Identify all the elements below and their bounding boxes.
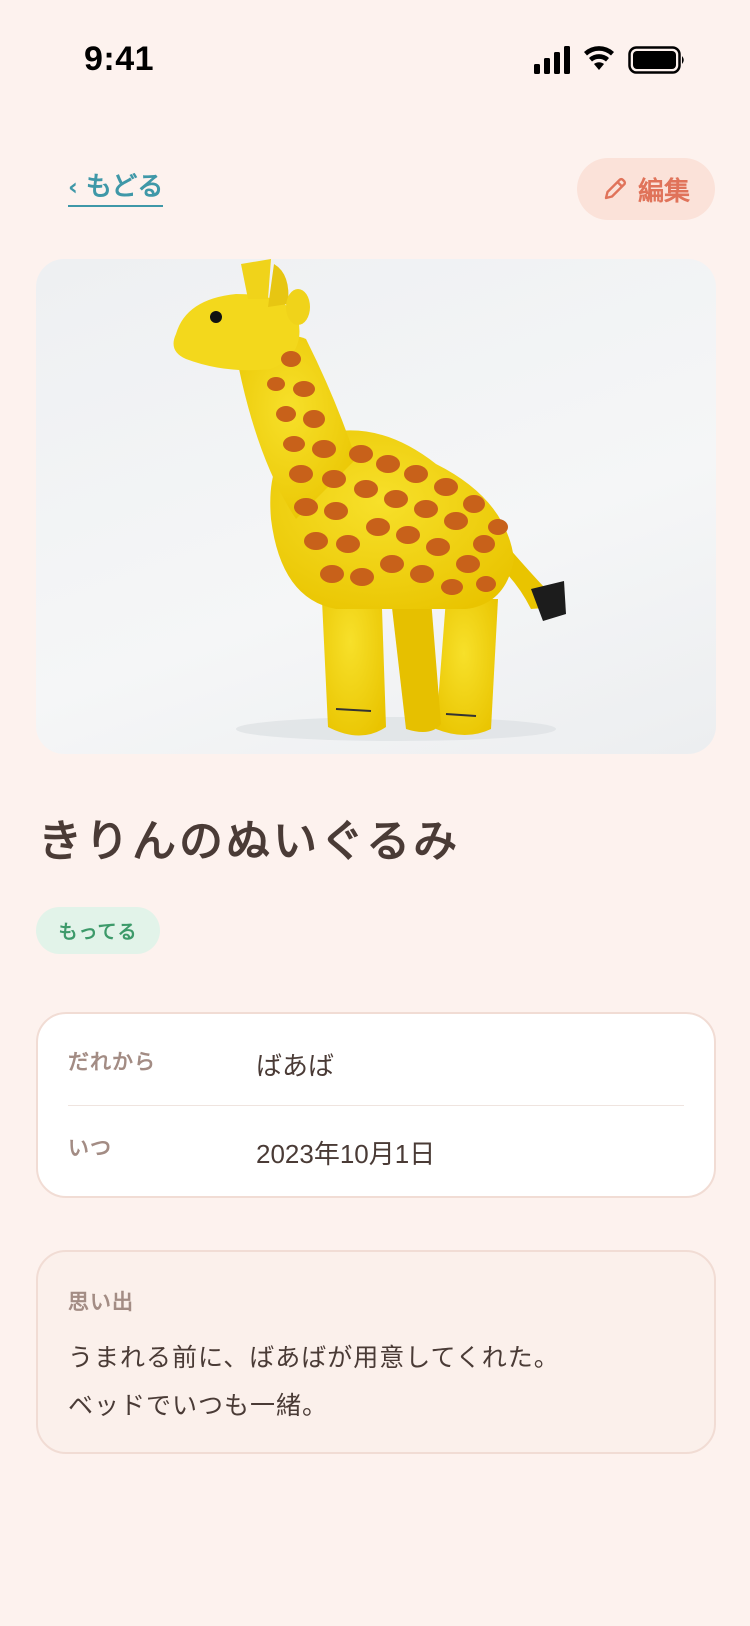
cellular-signal-icon xyxy=(534,46,570,74)
edit-button[interactable]: 編集 xyxy=(577,158,715,220)
memory-text: うまれる前に、ばあばが用意してくれた。 ベッドでいつも一緒。 xyxy=(68,1334,684,1430)
battery-icon xyxy=(628,46,684,74)
from-label: だれから xyxy=(68,1050,156,1074)
chevron-left-icon: ‹ xyxy=(68,173,78,201)
giraffe-plush-image xyxy=(173,259,566,741)
item-photo xyxy=(36,259,716,754)
memory-line: うまれる前に、ばあばが用意してくれた。 xyxy=(68,1343,560,1372)
detail-row-when: いつ 2023年10月1日 xyxy=(68,1106,684,1198)
wifi-icon xyxy=(584,46,614,70)
pencil-icon xyxy=(604,177,627,200)
memory-line: ベッドでいつも一緒。 xyxy=(68,1391,329,1420)
when-value: 2023年10月1日 xyxy=(256,1139,436,1169)
back-label: もどる xyxy=(85,172,164,202)
status-badge: もってる xyxy=(36,907,160,954)
page-title: きりんのぬいぐるみ xyxy=(38,816,461,867)
from-value: ばあば xyxy=(256,1052,335,1082)
details-card: だれから ばあば いつ 2023年10月1日 xyxy=(36,1012,716,1198)
memory-card: 思い出 うまれる前に、ばあばが用意してくれた。 ベッドでいつも一緒。 xyxy=(36,1250,716,1454)
back-button[interactable]: ‹ もどる xyxy=(68,170,164,207)
detail-row-from: だれから ばあば xyxy=(68,1014,684,1106)
edit-label: 編集 xyxy=(637,176,690,207)
status-bar: 9:41 xyxy=(0,0,750,120)
memory-label: 思い出 xyxy=(68,1290,134,1314)
status-time: 9:41 xyxy=(84,40,155,78)
when-label: いつ xyxy=(68,1136,112,1160)
